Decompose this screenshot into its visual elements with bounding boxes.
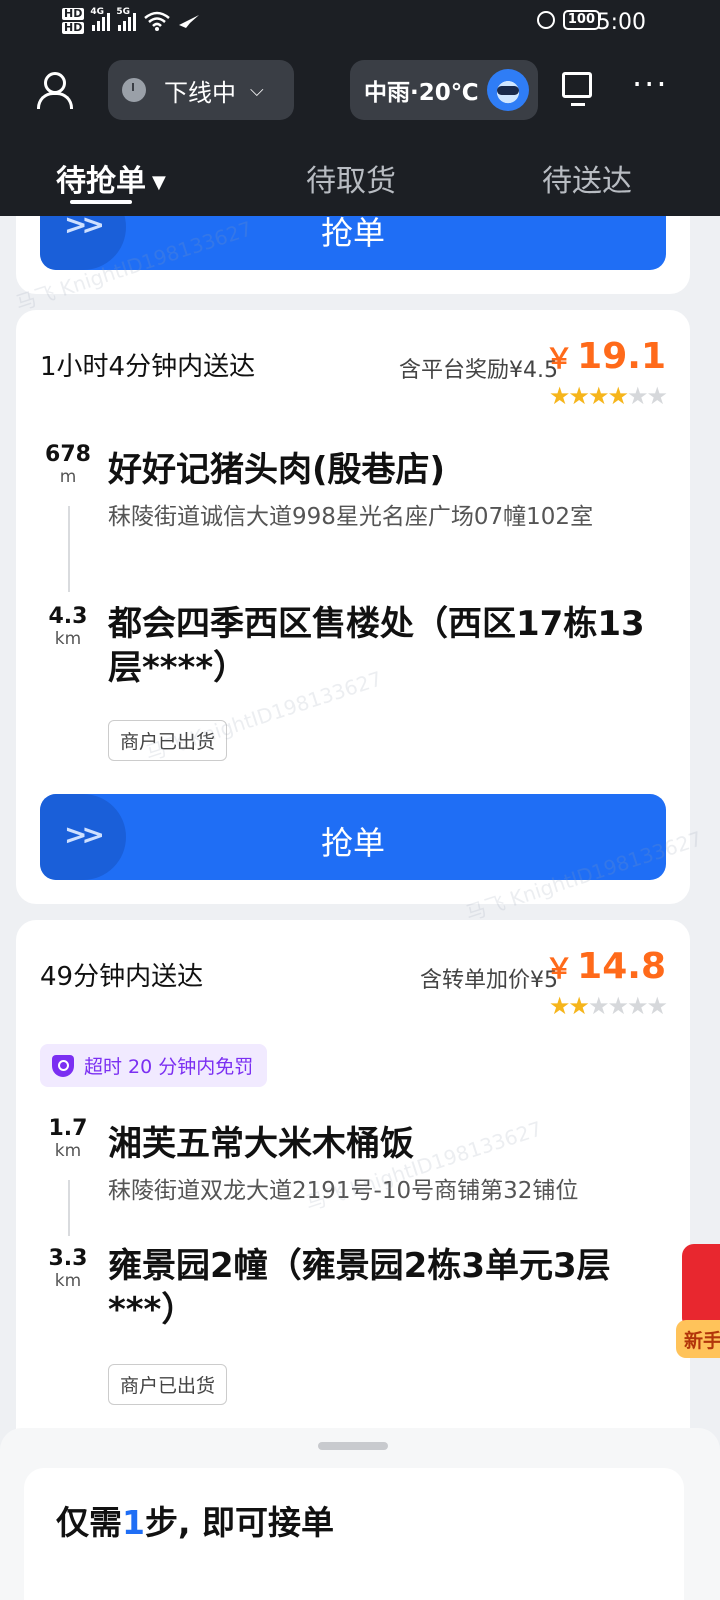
- star-filled-icon: ★: [587, 382, 609, 410]
- penalty-badge: 超时 20 分钟内免罚: [40, 1044, 268, 1087]
- star-empty-icon: ★: [626, 992, 648, 1020]
- battery-icon: 100: [562, 10, 600, 30]
- sheet-drag-handle[interactable]: [318, 1442, 388, 1450]
- tab-pending-delivery[interactable]: 待送达: [542, 156, 632, 200]
- star-filled-icon: ★: [548, 992, 570, 1020]
- star-filled-icon: ★: [568, 382, 589, 410]
- signal-4g-icon: 4G: [90, 7, 111, 31]
- star-empty-icon: ★: [646, 382, 667, 410]
- pickup-shop-name: 好好记猪头肉(殷巷店): [108, 450, 446, 490]
- grab-order-button[interactable]: >> 抢单: [40, 794, 666, 880]
- status-bar: HD HD 4G 5G 100 5:00: [0, 0, 720, 48]
- distance-value: 1.7: [48, 1116, 88, 1141]
- order-tabs: 待抢单 ▼ 待取货 待送达: [0, 150, 720, 210]
- online-status-toggle[interactable]: 下线中 ⌵: [108, 60, 294, 120]
- tab-indicator: [70, 200, 132, 204]
- pickup-distance: 678 m: [38, 442, 98, 487]
- signal-5g-icon: 5G: [116, 7, 137, 31]
- pickup-address: 秣陵街道双龙大道2191号-10号商铺第32铺位: [108, 1178, 579, 1204]
- step-number: 1: [122, 1503, 145, 1542]
- star-filled-icon: ★: [607, 382, 628, 410]
- distance-value: 4.3: [48, 604, 88, 629]
- status-bar-left: HD HD 4G 5G: [62, 7, 200, 34]
- bottom-sheet[interactable]: 仅需1步, 即可接单: [0, 1428, 720, 1600]
- pickup-address: 秣陵街道诚信大道998星光名座广场07幢102室: [108, 504, 594, 530]
- bird-icon: [179, 15, 200, 28]
- dropoff-distance: 4.3 km: [38, 604, 98, 649]
- route-line: [68, 506, 70, 592]
- tab-label: 待抢单: [56, 164, 146, 199]
- status-tag: 商户已出货: [108, 720, 228, 761]
- dropoff-name: 都会四季西区售楼处（西区17栋13层****）: [108, 604, 645, 688]
- mascot-icon: [486, 69, 529, 111]
- clock-icon: [122, 78, 146, 102]
- message-icon[interactable]: [562, 72, 592, 106]
- star-empty-icon: ★: [607, 992, 628, 1020]
- hd-badge-2: HD: [62, 21, 85, 34]
- more-icon[interactable]: ···: [632, 68, 669, 100]
- deliver-time: 49分钟内送达: [40, 962, 204, 992]
- pickup-distance: 1.7 km: [38, 1116, 98, 1161]
- network-type-label: 5G: [116, 7, 130, 17]
- deliver-time: 1小时4分钟内送达: [40, 352, 256, 382]
- grab-order-label: 抢单: [320, 824, 385, 862]
- order-price: ￥ 19.1: [545, 336, 666, 377]
- order-card[interactable]: 1小时4分钟内送达 含平台奖励¥4.5 ￥ 19.1 ★★★★★★ 678 m 好…: [16, 310, 690, 904]
- profile-button[interactable]: [34, 70, 74, 110]
- star-empty-icon: ★: [646, 992, 667, 1020]
- gift-icon: [682, 1244, 720, 1326]
- sheet-content: 仅需1步, 即可接单: [24, 1468, 684, 1600]
- star-empty-icon: ★: [587, 992, 609, 1020]
- reward-note: 含平台奖励¥4.5: [399, 358, 558, 383]
- user-icon: [44, 72, 66, 94]
- currency-symbol: ￥: [545, 952, 574, 985]
- step-suffix: 步, 即可接单: [144, 1503, 334, 1542]
- app-header: HD HD 4G 5G 100 5:00 下线中 ⌵ 中雨·20℃ ··· 待抢…: [0, 0, 720, 216]
- tab-pending-pickup[interactable]: 待取货: [306, 156, 396, 200]
- distance-value: 678: [45, 442, 91, 467]
- tab-label: 待取货: [306, 164, 396, 199]
- distance-unit: km: [54, 629, 82, 649]
- pickup-shop-name: 湘芙五常大米木桶饭: [108, 1124, 414, 1164]
- caret-down-icon: ▼: [152, 172, 166, 193]
- star-filled-icon: ★: [548, 382, 570, 410]
- hd-badge-1: HD: [62, 7, 85, 20]
- chevron-down-icon: ⌵: [250, 79, 264, 101]
- onboarding-step-text: 仅需1步, 即可接单: [56, 1496, 334, 1544]
- sim-indicator: HD HD: [62, 7, 85, 34]
- newbie-gift-label: 新手: [676, 1320, 720, 1358]
- online-status-label: 下线中: [164, 78, 236, 107]
- order-price: ￥ 14.8: [545, 946, 666, 987]
- distance-value: 3.3: [48, 1246, 88, 1271]
- alarm-icon: [536, 11, 555, 29]
- tab-label: 待送达: [542, 164, 632, 199]
- shield-icon: [52, 1054, 74, 1077]
- currency-symbol: ￥: [545, 342, 574, 375]
- distance-unit: km: [54, 1141, 82, 1161]
- distance-unit: m: [59, 467, 77, 487]
- step-prefix: 仅需: [56, 1503, 122, 1542]
- distance-unit: km: [54, 1271, 82, 1291]
- newbie-gift-button[interactable]: 新手: [676, 1244, 720, 1358]
- weather-button[interactable]: 中雨·20℃: [350, 60, 538, 120]
- rating-stars: ★★★★★★: [548, 382, 668, 410]
- penalty-text: 超时 20 分钟内免罚: [84, 1056, 254, 1078]
- star-empty-icon: ★: [626, 382, 648, 410]
- order-card[interactable]: 49分钟内送达 含转单加价¥5 ￥ 14.8 ★★★★★★ 超时 20 分钟内免罚…: [16, 920, 690, 1480]
- wifi-icon: [144, 11, 171, 31]
- weather-label: 中雨·20℃: [364, 80, 479, 106]
- dropoff-name: 雍景园2幢（雍景园2栋3单元3层***）: [108, 1246, 611, 1330]
- network-type-label: 4G: [90, 7, 104, 17]
- star-filled-icon: ★: [568, 992, 589, 1020]
- status-tag: 商户已出货: [108, 1364, 228, 1405]
- price-value: 19.1: [577, 336, 666, 377]
- status-bar-right: 100: [536, 10, 600, 30]
- clock: 5:00: [596, 10, 646, 35]
- dropoff-distance: 3.3 km: [38, 1246, 98, 1291]
- tab-pending-grab[interactable]: 待抢单 ▼: [56, 156, 166, 200]
- price-value: 14.8: [577, 946, 666, 987]
- reward-note: 含转单加价¥5: [420, 968, 558, 993]
- route-line: [68, 1180, 70, 1236]
- rating-stars: ★★★★★★: [548, 992, 668, 1020]
